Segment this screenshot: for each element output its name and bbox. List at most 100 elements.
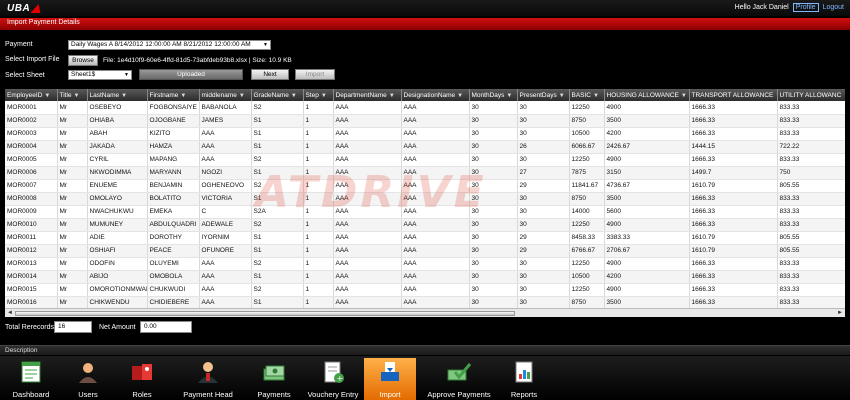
filter-icon[interactable]: ▼ — [239, 93, 245, 99]
column-header[interactable]: Title ▼ — [57, 89, 88, 101]
scroll-right-icon[interactable]: ► — [837, 310, 843, 316]
dock-item-approve-payments[interactable]: Approve Payments — [416, 358, 502, 400]
table-row[interactable]: MOR0009 Mr NWACHUKWU EMEKA C S2A 1 AAA AAA 30 30 14… — [5, 205, 845, 219]
dock-item-dashboard[interactable]: Dashboard — [0, 358, 62, 400]
logo-text: UBA — [7, 2, 31, 14]
column-header-label: DepartmentName — [335, 91, 387, 99]
table-row[interactable]: MOR0015 Mr OMOROTIONMWAN CHUKWUDI AAA S2 1 AAA A… — [5, 283, 845, 297]
table-row[interactable]: MOR0010 Mr MUMUNEY ABDULQUADRI ADEWALE S2 1 AAA… — [5, 218, 845, 232]
logo-mark-icon — [30, 3, 44, 13]
filter-icon[interactable]: ▼ — [44, 93, 50, 99]
dock-item-reports[interactable]: Reports — [502, 358, 546, 400]
table-row[interactable]: MOR0006 Mr NKWODIMMA MARYANN NGOZI S1 1 AAA AAA 3… — [5, 166, 845, 180]
table-cell: AAA — [199, 140, 252, 154]
dock-item-users[interactable]: Users — [62, 358, 114, 400]
description-label: Description — [5, 347, 38, 354]
table-row[interactable]: MOR0001 Mr OSEBEYO FOGBONSAIYE BABANOLA S2 1 AA… — [5, 101, 845, 115]
column-header[interactable]: Step ▼ — [303, 89, 334, 101]
horizontal-scrollbar[interactable]: ◄ ► — [5, 308, 845, 317]
dock-item-import[interactable]: Import — [364, 358, 416, 400]
payment-select[interactable]: Daily Wages A 8/14/2012 12:00:00 AM 8/21… — [68, 40, 271, 50]
table-row[interactable]: MOR0002 Mr OHIABA OJOGBANE JAMES S1 1 AAA AAA 30 3… — [5, 114, 845, 128]
table-row[interactable]: MOR0005 Mr CYRIL MAPANG AAA S2 1 AAA AAA 30 30 1225… — [5, 153, 845, 167]
table-cell: 833.33 — [777, 101, 845, 115]
filter-icon[interactable]: ▼ — [389, 93, 395, 99]
dock-item-roles[interactable]: Roles — [114, 358, 170, 400]
table-cell: MOR0006 — [5, 166, 58, 180]
table-cell: AAA — [401, 270, 470, 284]
table-cell: 833.33 — [777, 270, 845, 284]
table-row[interactable]: MOR0012 Mr OSHIAFI PEACE OFUNORE S1 1 AAA AAA 30 2… — [5, 244, 845, 258]
user-icon — [76, 360, 100, 384]
filter-icon[interactable]: ▼ — [180, 93, 186, 99]
column-header[interactable]: GradeName ▼ — [251, 89, 304, 101]
dock-item-payments[interactable]: Payments — [246, 358, 302, 400]
table-cell: 2706.67 — [604, 244, 690, 258]
filter-icon[interactable]: ▼ — [74, 93, 80, 99]
table-cell: 29 — [517, 244, 570, 258]
column-header[interactable]: Firstname ▼ — [147, 89, 200, 101]
column-header-label: Step — [305, 91, 319, 99]
column-header[interactable]: PresentDays ▼ — [517, 89, 570, 101]
table-cell: 750 — [777, 166, 845, 180]
column-header[interactable]: DesignationName ▼ — [401, 89, 470, 101]
column-header[interactable]: BASIC ▼ — [569, 89, 605, 101]
dock-item-payment-head[interactable]: Payment Head — [170, 358, 246, 400]
column-header[interactable]: UTILITY ALLOWANC — [777, 89, 845, 101]
table-cell: BABANOLA — [199, 101, 252, 115]
import-button[interactable]: Import — [295, 69, 335, 80]
filter-icon[interactable]: ▼ — [559, 93, 565, 99]
table-cell: ABDULQUADRI — [147, 218, 200, 232]
table-cell: 30 — [517, 218, 570, 232]
table-cell: HAMZA — [147, 140, 200, 154]
table-row[interactable]: MOR0008 Mr OMOLAYO BOLATITO VICTORIA S1 1 AAA AA… — [5, 192, 845, 206]
filter-icon[interactable]: ▼ — [506, 93, 512, 99]
profile-link[interactable]: Profile — [792, 3, 819, 12]
browse-button[interactable]: Browse — [68, 55, 98, 66]
table-cell: 30 — [469, 244, 518, 258]
table-row[interactable]: MOR0007 Mr ENUEME BENJAMIN OGHENEOVO S2 1 AAA AA… — [5, 179, 845, 193]
filter-icon[interactable]: ▼ — [457, 93, 463, 99]
table-cell: VICTORIA — [199, 192, 252, 206]
next-button[interactable]: Next — [251, 69, 289, 80]
column-header[interactable]: HOUSING ALLOWANCE ▼ — [604, 89, 690, 101]
table-row[interactable]: MOR0014 Mr ABIJO OMOBOLA AAA S1 1 AAA AAA 30 30 105… — [5, 270, 845, 284]
column-header[interactable]: MonthDays ▼ — [469, 89, 518, 101]
table-cell: S2 — [251, 101, 304, 115]
table-cell: Mr — [57, 244, 88, 258]
table-cell: OMOLAYO — [87, 192, 148, 206]
sheet-select[interactable]: Sheet1$ ▼ — [68, 70, 132, 80]
scroll-left-icon[interactable]: ◄ — [7, 310, 13, 316]
filter-icon[interactable]: ▼ — [593, 93, 599, 99]
column-header[interactable]: TRANSPORT ALLOWANCE▼ — [689, 89, 778, 101]
table-row[interactable]: MOR0013 Mr ODOFIN OLUYEMI AAA S2 1 AAA AAA 30 30 12… — [5, 257, 845, 271]
table-cell: 1666.33 — [689, 270, 778, 284]
table-cell: MOR0009 — [5, 205, 58, 219]
logout-link[interactable]: Logout — [823, 4, 844, 11]
dock-item-vouchery-entry[interactable]: + Vouchery Entry — [302, 358, 364, 400]
table-cell: 833.33 — [777, 192, 845, 206]
filter-icon[interactable]: ▼ — [291, 93, 297, 99]
table-cell: 8750 — [569, 192, 605, 206]
scrollbar-thumb[interactable] — [15, 311, 515, 316]
table-row[interactable]: MOR0004 Mr JAKADA HAMZA AAA S1 1 AAA AAA 30 26 6066… — [5, 140, 845, 154]
table-cell: 1610.79 — [689, 244, 778, 258]
table-row[interactable]: MOR0011 Mr ADIE DOROTHY IYORNIM S1 1 AAA AAA 30 29… — [5, 231, 845, 245]
table-cell: IYORNIM — [199, 231, 252, 245]
column-header-label: TRANSPORT ALLOWANCE — [691, 91, 774, 99]
table-row[interactable]: MOR0003 Mr ABAH KIZITO AAA S1 1 AAA AAA 30 30 10500… — [5, 127, 845, 141]
table-cell: ABIJO — [87, 270, 148, 284]
table-cell: AAA — [333, 179, 402, 193]
filter-icon[interactable]: ▼ — [681, 93, 687, 99]
column-header[interactable]: LastName ▼ — [87, 89, 148, 101]
table-cell: Mr — [57, 153, 88, 167]
column-header[interactable]: EmployeeID ▼ — [5, 89, 58, 101]
table-cell: 1 — [303, 205, 334, 219]
filter-icon[interactable]: ▼ — [121, 93, 127, 99]
column-header[interactable]: middlename ▼ — [199, 89, 252, 101]
column-header[interactable]: DepartmentName ▼ — [333, 89, 402, 101]
table-cell: Mr — [57, 114, 88, 128]
table-cell: 1 — [303, 231, 334, 245]
table-cell: AAA — [333, 153, 402, 167]
filter-icon[interactable]: ▼ — [321, 93, 327, 99]
